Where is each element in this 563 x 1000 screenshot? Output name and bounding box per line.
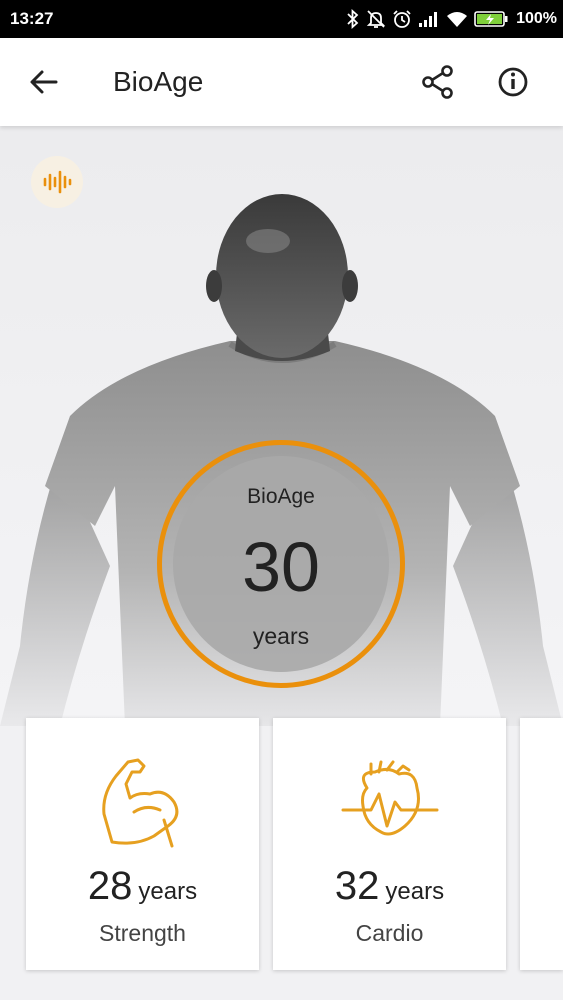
cardio-value-line: 32 years [273,864,506,909]
status-time: 13:27 [10,9,54,28]
alarm-icon [393,10,411,28]
strength-card[interactable]: 28 years Strength [26,718,259,970]
battery-percent: 100% [516,10,557,27]
bioage-ring: BioAge 30 years [157,440,405,688]
info-icon[interactable] [494,63,532,101]
strength-unit: years [138,878,198,905]
cardio-card[interactable]: 32 years Cardio [273,718,506,970]
next-card-partial[interactable] [520,718,563,970]
app-bar: BioAge [0,38,563,126]
bluetooth-icon [347,9,359,29]
bioage-label: BioAge [247,485,315,508]
bioage-value: 30 [242,528,320,606]
strength-label: Strength [99,920,186,946]
strength-value-line: 28 years [26,864,259,909]
soundwave-icon [43,170,72,194]
cardio-value: 32 [334,864,380,908]
notifications-off-icon [366,10,386,28]
share-icon[interactable] [419,63,457,101]
strength-value: 28 [87,864,133,908]
battery-charging-icon [474,11,508,27]
signal-icon [419,12,438,27]
back-arrow-icon[interactable] [26,64,62,100]
heart-pulse-icon [341,760,439,836]
page-title: BioAge [113,66,204,97]
status-bar: 13:27 100% [0,0,563,38]
cardio-unit: years [385,878,445,905]
status-icons: 100% [346,7,557,31]
soundwave-badge[interactable] [31,156,83,208]
cardio-label: Cardio [355,920,424,946]
wifi-icon [447,12,468,27]
bioage-unit: years [252,623,310,649]
flexed-arm-icon [102,758,179,848]
